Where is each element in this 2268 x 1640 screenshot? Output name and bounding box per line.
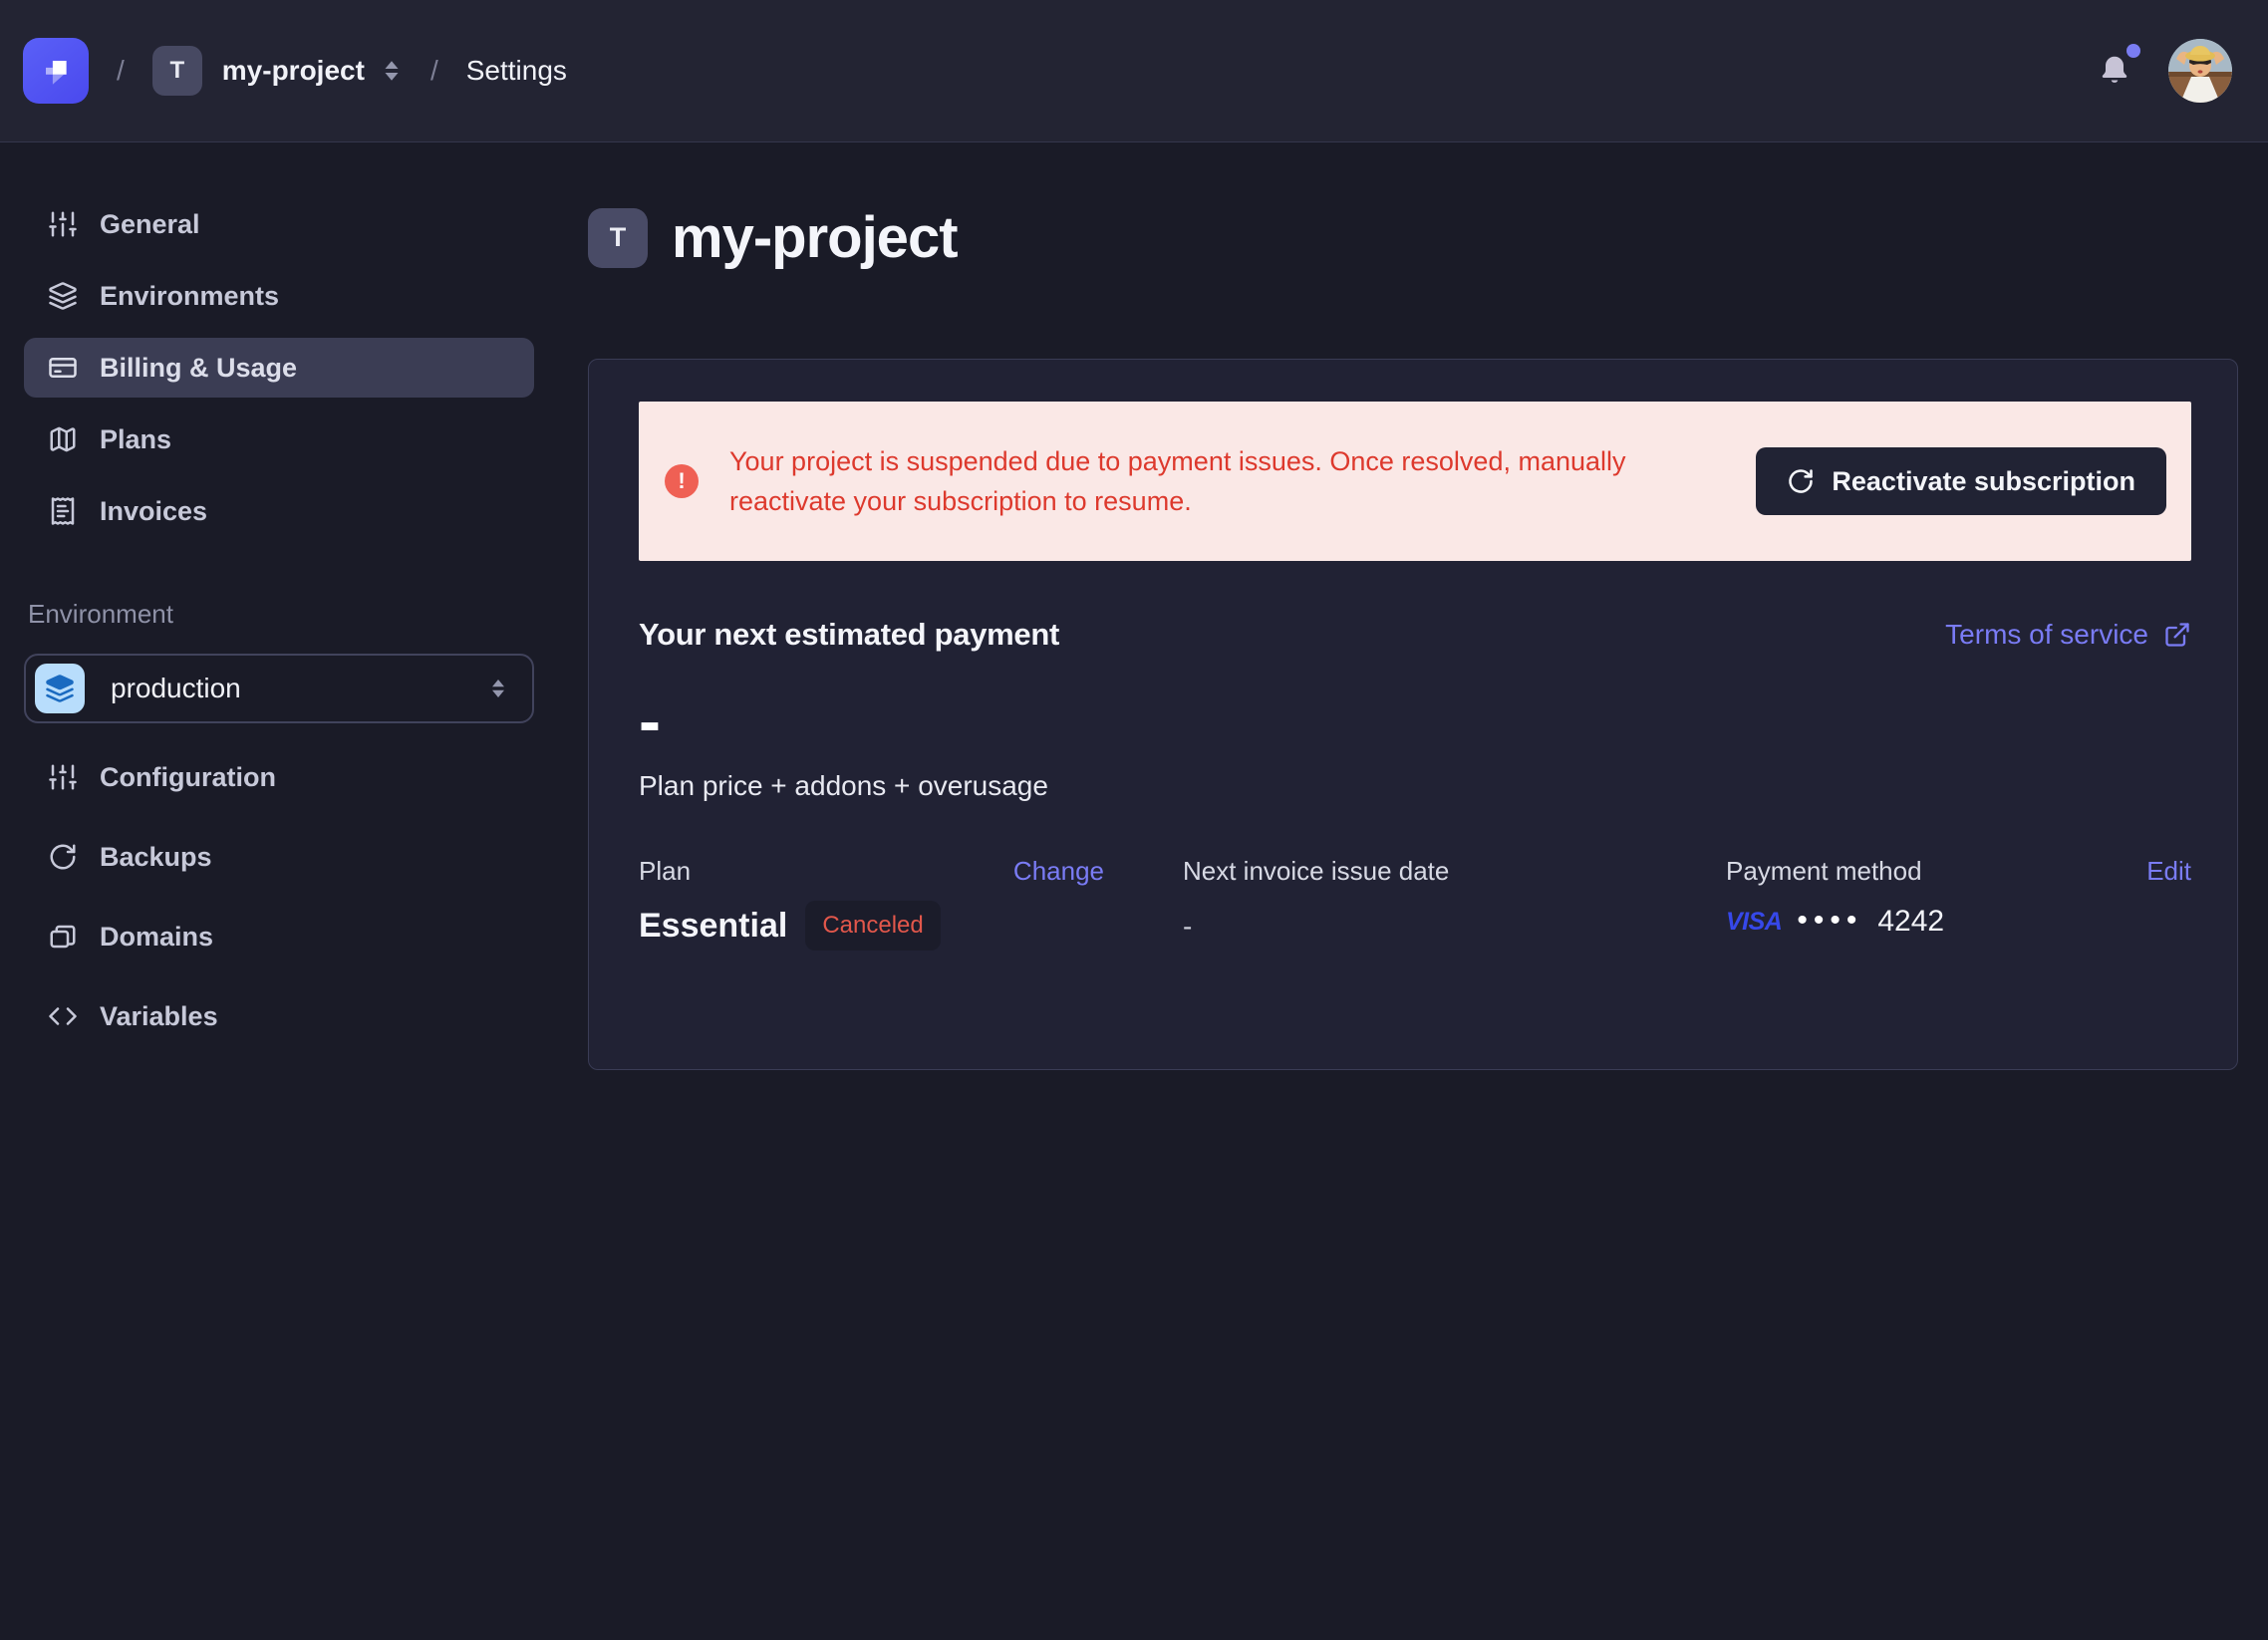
invoice-column: Next invoice issue date - xyxy=(1183,856,1726,951)
sidebar-item-label: Backups xyxy=(100,842,212,873)
card-last4: 4242 xyxy=(1877,905,1944,939)
environment-tile xyxy=(35,664,85,713)
layers-icon xyxy=(48,281,78,311)
rotate-cw-icon xyxy=(48,842,78,872)
invoice-date-value: - xyxy=(1183,911,1726,943)
rotate-cw-icon xyxy=(1787,467,1815,495)
plan-name: Essential xyxy=(639,907,787,946)
environment-select-value: production xyxy=(111,673,462,704)
alert-message: Your project is suspended due to payment… xyxy=(729,441,1725,521)
payment-method-column: Payment method Edit VISA •••• 4242 xyxy=(1726,856,2191,951)
top-navbar: / T my-project / Settings xyxy=(0,0,2268,142)
avatar-image xyxy=(2168,39,2232,103)
sidebar-item-label: Configuration xyxy=(100,762,276,793)
sidebar-item-variables[interactable]: Variables xyxy=(24,986,534,1046)
plan-label: Plan xyxy=(639,856,691,887)
sidebar-item-label: Invoices xyxy=(100,496,207,527)
credit-card-icon xyxy=(48,353,78,383)
payment-method-value: VISA •••• 4242 xyxy=(1726,905,2191,939)
environment-select[interactable]: production xyxy=(24,654,534,723)
breadcrumb-settings[interactable]: Settings xyxy=(466,55,567,87)
map-icon xyxy=(48,424,78,454)
payment-method-label: Payment method xyxy=(1726,856,1922,887)
reactivate-subscription-button[interactable]: Reactivate subscription xyxy=(1756,447,2166,515)
terms-link-label: Terms of service xyxy=(1945,619,2148,651)
breadcrumb-separator: / xyxy=(430,55,438,87)
change-plan-link[interactable]: Change xyxy=(1013,856,1104,887)
sidebar-item-backups[interactable]: Backups xyxy=(24,827,534,887)
stacked-windows-icon xyxy=(48,922,78,952)
environment-section-label: Environment xyxy=(28,599,534,630)
sidebar-item-plans[interactable]: Plans xyxy=(24,410,534,469)
sidebar-item-label: Plans xyxy=(100,424,171,455)
settings-sidebar: General Environments Billing & Usage xyxy=(0,142,558,1640)
page-title: my-project xyxy=(672,204,958,271)
breadcrumb-project-name: my-project xyxy=(222,55,365,87)
visa-logo: VISA xyxy=(1726,908,1782,937)
payment-formula: Plan price + addons + overusage xyxy=(639,770,2191,802)
sidebar-item-invoices[interactable]: Invoices xyxy=(24,481,534,541)
layers-icon xyxy=(45,674,75,703)
sliders-icon xyxy=(48,762,78,792)
sidebar-item-configuration[interactable]: Configuration xyxy=(24,747,534,807)
project-badge: T xyxy=(588,208,648,268)
chevrons-up-down-icon xyxy=(381,58,403,84)
code-icon xyxy=(48,1001,78,1031)
chevrons-up-down-icon xyxy=(488,677,508,700)
estimated-payment-amount: - xyxy=(639,696,2191,744)
external-link-icon xyxy=(2163,621,2191,649)
exclamation-circle-icon: ! xyxy=(665,464,699,498)
plan-column: Plan Change Essential Canceled xyxy=(639,856,1104,951)
bell-icon xyxy=(2097,52,2132,90)
page-title-row: T my-project xyxy=(588,204,2238,271)
sidebar-item-label: Environments xyxy=(100,281,279,312)
card-masked-digits: •••• xyxy=(1797,904,1862,938)
sidebar-item-billing-usage[interactable]: Billing & Usage xyxy=(24,338,534,398)
sidebar-item-label: Domains xyxy=(100,922,213,953)
logo-glyph-icon xyxy=(36,51,76,91)
payment-header: Your next estimated payment Terms of ser… xyxy=(639,617,2191,653)
notifications-button[interactable] xyxy=(2097,52,2132,90)
reactivate-button-label: Reactivate subscription xyxy=(1832,466,2135,497)
project-badge: T xyxy=(152,46,202,96)
project-switcher[interactable]: T my-project xyxy=(152,46,403,96)
avatar[interactable] xyxy=(2168,39,2232,103)
sliders-icon xyxy=(48,209,78,239)
main-content: T my-project ! Your project is suspended… xyxy=(558,142,2268,1640)
terms-of-service-link[interactable]: Terms of service xyxy=(1945,619,2191,651)
sidebar-item-environments[interactable]: Environments xyxy=(24,266,534,326)
sidebar-item-domains[interactable]: Domains xyxy=(24,907,534,966)
billing-card: ! Your project is suspended due to payme… xyxy=(588,359,2238,1070)
payment-heading: Your next estimated payment xyxy=(639,617,1059,653)
breadcrumb-separator: / xyxy=(117,55,125,87)
receipt-icon xyxy=(48,496,78,526)
billing-meta-row: Plan Change Essential Canceled Next invo… xyxy=(639,856,2191,1010)
notification-dot xyxy=(2126,44,2140,58)
app-logo-icon[interactable] xyxy=(23,38,89,104)
plan-status-badge: Canceled xyxy=(805,901,940,951)
invoice-date-label: Next invoice issue date xyxy=(1183,856,1449,887)
edit-payment-link[interactable]: Edit xyxy=(2146,856,2191,887)
sidebar-item-label: Billing & Usage xyxy=(100,353,297,384)
sidebar-item-general[interactable]: General xyxy=(24,194,534,254)
sidebar-item-label: General xyxy=(100,209,200,240)
suspension-alert: ! Your project is suspended due to payme… xyxy=(639,402,2191,561)
sidebar-item-label: Variables xyxy=(100,1001,218,1032)
